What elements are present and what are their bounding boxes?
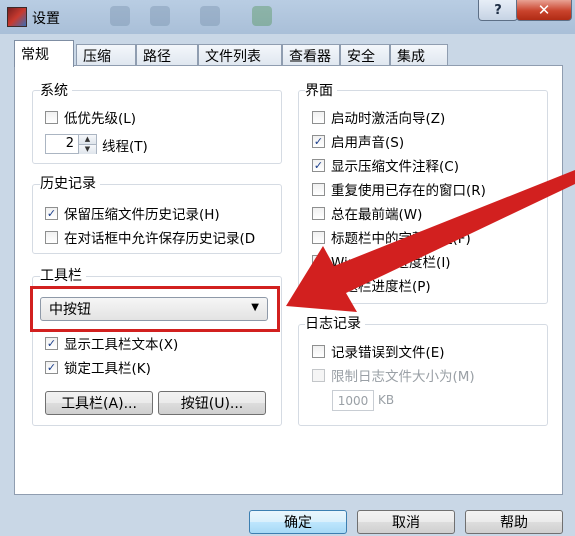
red-arrow-shape [286,170,575,312]
tab-general[interactable]: 常规 [14,40,74,67]
red-arrow-icon [286,170,575,312]
